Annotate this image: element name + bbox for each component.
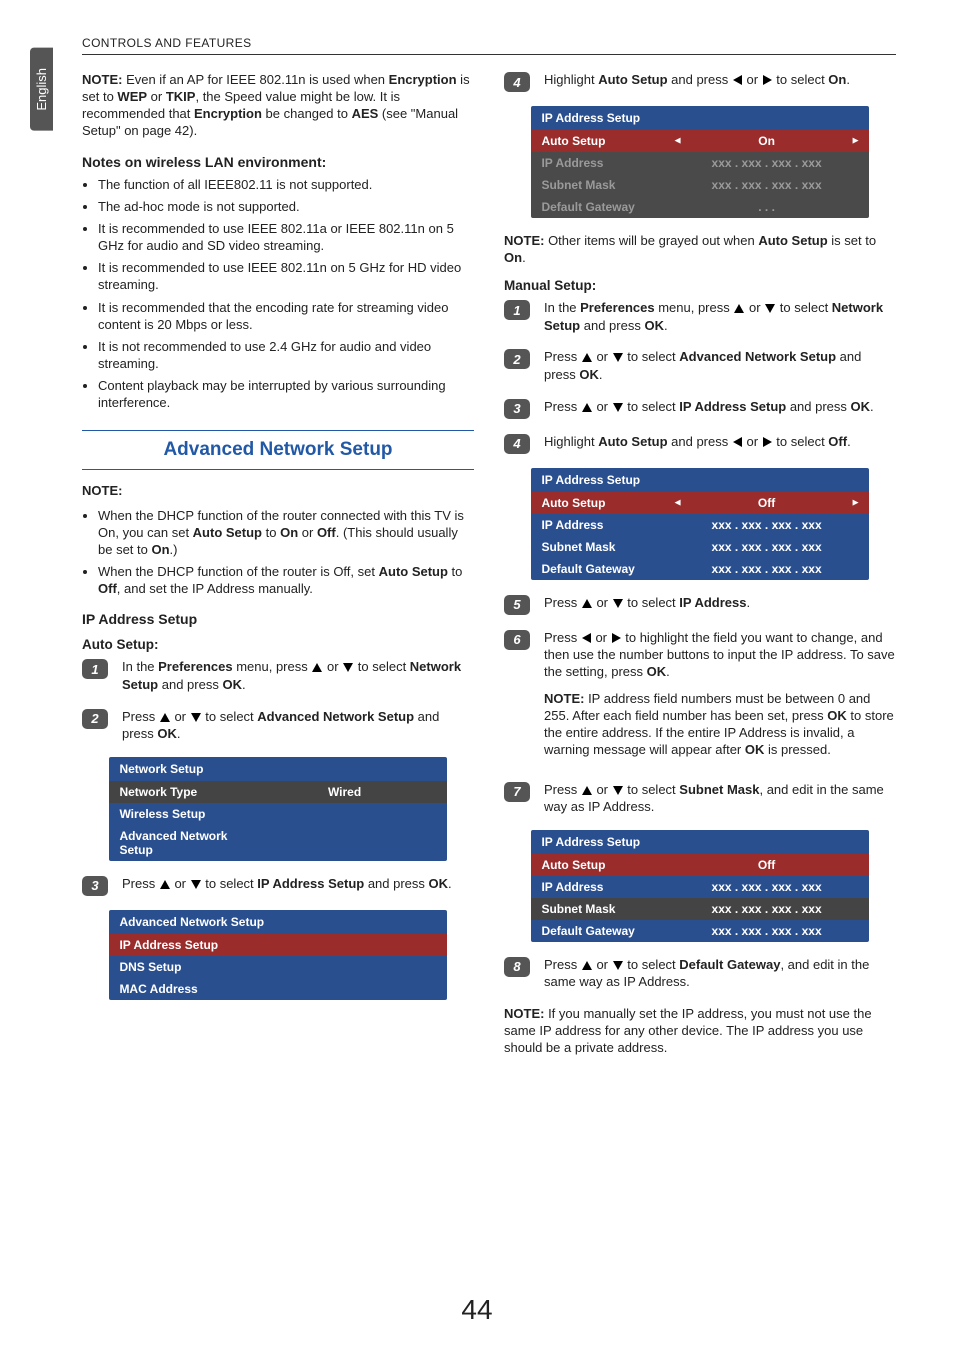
up-arrow-icon (312, 663, 322, 672)
up-arrow-icon (582, 786, 592, 795)
final-note: NOTE: If you manually set the IP address… (504, 1005, 896, 1056)
down-arrow-icon (613, 786, 623, 795)
down-arrow-icon (191, 713, 201, 722)
step-1-text: In the Preferences menu, press or to sel… (122, 658, 474, 693)
up-arrow-icon (582, 403, 592, 412)
step-badge-3: 3 (82, 876, 108, 896)
note2-bullets: When the DHCP function of the router con… (82, 507, 474, 598)
down-arrow-icon (343, 663, 353, 672)
left-arrow-icon (733, 75, 742, 85)
mstep-badge-5: 5 (504, 595, 530, 615)
wlan-heading: Notes on wireless LAN environment: (82, 154, 474, 170)
right-arrow-icon (763, 75, 772, 85)
mstep-5-text: Press or to select IP Address. (544, 594, 896, 612)
mstep-badge-8: 8 (504, 957, 530, 977)
step-4-text: Highlight Auto Setup and press or to sel… (544, 71, 896, 89)
mstep-2-text: Press or to select Advanced Network Setu… (544, 348, 896, 383)
down-arrow-icon (613, 961, 623, 970)
mstep-badge-2: 2 (504, 349, 530, 369)
step-badge-1: 1 (82, 659, 108, 679)
menu-network-setup: Network Setup Network TypeWired Wireless… (109, 757, 446, 861)
mstep-1-text: In the Preferences menu, press or to sel… (544, 299, 896, 334)
down-arrow-icon (613, 403, 623, 412)
up-arrow-icon (582, 353, 592, 362)
down-arrow-icon (613, 353, 623, 362)
manual-setup-heading: Manual Setup: (504, 278, 896, 293)
menu-ip-setup-off-2: IP Address Setup Auto SetupOff IP Addres… (531, 830, 868, 942)
up-arrow-icon (582, 961, 592, 970)
mstep-4-text: Highlight Auto Setup and press or to sel… (544, 433, 896, 451)
mstep-7-text: Press or to select Subnet Mask, and edit… (544, 781, 896, 816)
right-arrow-icon (763, 437, 772, 447)
up-arrow-icon (160, 713, 170, 722)
up-arrow-icon (160, 880, 170, 889)
right-column: 4 Highlight Auto Setup and press or to s… (504, 71, 896, 1068)
step-3-text: Press or to select IP Address Setup and … (122, 875, 474, 893)
section-banner-advanced-network: Advanced Network Setup (82, 430, 474, 470)
menu-ip-setup-off: IP Address Setup Auto Setup◄Off► IP Addr… (531, 468, 868, 580)
up-arrow-icon (582, 599, 592, 608)
left-arrow-icon (582, 633, 591, 643)
down-arrow-icon (191, 880, 201, 889)
ip-address-setup-heading: IP Address Setup (82, 611, 474, 627)
menu-advanced-network-setup: Advanced Network Setup IP Address Setup … (109, 910, 446, 1000)
mstep-6-text: Press or to highlight the field you want… (544, 629, 896, 767)
up-arrow-icon (734, 304, 744, 313)
mstep-badge-3: 3 (504, 399, 530, 419)
page-header: CONTROLS AND FEATURES (82, 36, 896, 55)
left-column: NOTE: Even if an AP for IEEE 802.11n is … (82, 71, 474, 1068)
down-arrow-icon (613, 599, 623, 608)
wlan-bullets: The function of all IEEE802.11 is not su… (82, 176, 474, 412)
menu-ip-setup-on: IP Address Setup Auto Setup◄On► IP Addre… (531, 106, 868, 218)
step-badge-2: 2 (82, 709, 108, 729)
note-label: NOTE: (82, 482, 474, 499)
mstep-badge-1: 1 (504, 300, 530, 320)
mstep-badge-7: 7 (504, 782, 530, 802)
auto-setup-heading: Auto Setup: (82, 637, 474, 652)
mstep-3-text: Press or to select IP Address Setup and … (544, 398, 896, 416)
step-2-text: Press or to select Advanced Network Setu… (122, 708, 474, 743)
right-arrow-icon (612, 633, 621, 643)
left-arrow-icon (733, 437, 742, 447)
mstep-badge-4: 4 (504, 434, 530, 454)
step-badge-4: 4 (504, 72, 530, 92)
mstep-8-text: Press or to select Default Gateway, and … (544, 956, 896, 991)
note-auto-setup-on: NOTE: Other items will be grayed out whe… (504, 232, 896, 266)
down-arrow-icon (765, 304, 775, 313)
note-encryption: NOTE: Even if an AP for IEEE 802.11n is … (82, 71, 474, 140)
mstep-badge-6: 6 (504, 630, 530, 650)
page-number: 44 (461, 1294, 492, 1326)
